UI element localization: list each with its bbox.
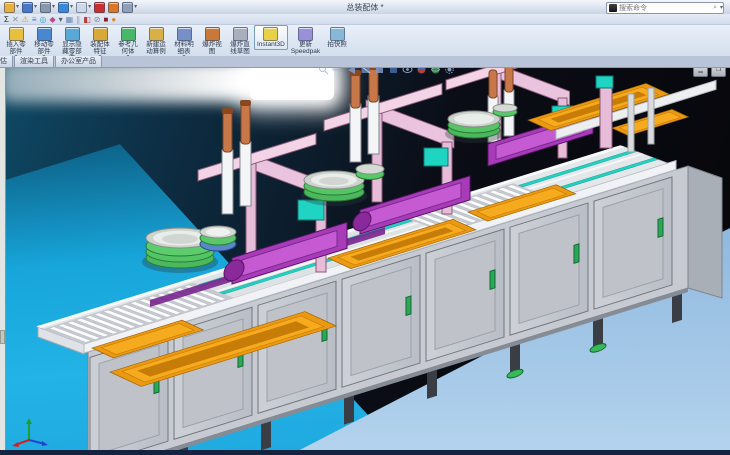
solidworks-window: ▾▾▾▾▾▾ 总装配体 * ⌕ ▾ Σ✕⚠≡◎◆▾▦∥◧⊘■● 插入零部件▾移动… <box>0 0 730 455</box>
tab-办公室产品[interactable]: 办公室产品 <box>55 56 102 67</box>
rebuild-button[interactable] <box>93 1 106 13</box>
x-axis-arrow <box>12 442 19 447</box>
assembly-toolbar: Σ✕⚠≡◎◆ ▾▦∥◧⊘■● <box>0 14 730 25</box>
restore-document-button[interactable]: ❐ <box>711 68 726 77</box>
interference-check-icon[interactable]: ⚠ <box>22 15 29 24</box>
machine-model[interactable] <box>0 68 730 450</box>
chevron-down-icon[interactable]: ▾ <box>134 4 137 10</box>
file-properties-button[interactable]: ▾ <box>121 1 138 13</box>
button-label: 拍快照 <box>327 42 347 49</box>
zoom-area-icon[interactable] <box>332 68 343 80</box>
apply-scene-icon[interactable] <box>430 68 441 80</box>
chevron-down-icon[interactable]: ▾ <box>52 4 55 10</box>
tab-评估[interactable]: 评估 <box>0 56 13 67</box>
view-settings-icon[interactable] <box>444 68 455 80</box>
hide-show-items-icon[interactable] <box>402 68 413 80</box>
no-preview-icon[interactable]: ⊘ <box>94 15 101 24</box>
slider-carriage-2 <box>424 148 448 166</box>
select-button[interactable]: ▾ <box>75 1 92 13</box>
save-button[interactable]: ▾ <box>21 1 38 13</box>
bowl-feeder-1 <box>142 226 236 273</box>
tab-渲染工具[interactable]: 渲染工具 <box>14 56 54 67</box>
status-bar <box>0 450 730 455</box>
y-axis-arrow <box>26 418 32 424</box>
explode-line-sketch-icon <box>233 27 248 41</box>
heads-up-view-toolbar <box>318 68 455 80</box>
solidworks-logo-icon <box>609 4 617 12</box>
chevron-down-icon[interactable]: ▾ <box>88 4 91 10</box>
command-search[interactable]: ⌕ ▾ <box>606 2 724 14</box>
button-label: 图 <box>209 49 216 56</box>
update-speedpak-icon <box>298 27 313 41</box>
new-motion-study-button[interactable]: 新建运动算例 <box>142 25 170 56</box>
new-window-icon[interactable]: ◧ <box>83 15 91 24</box>
undo-button[interactable]: ▾ <box>57 1 74 13</box>
save-icon <box>22 2 33 13</box>
select-icon <box>76 2 87 13</box>
reference-geometry-icon <box>121 27 136 41</box>
z-axis-arrow <box>42 441 48 446</box>
instant3d-button[interactable]: Instant3D <box>254 25 288 50</box>
button-label: 动算例 <box>146 49 166 56</box>
button-label: Speedpak <box>291 49 320 56</box>
graphics-viewport[interactable]: ▁ ❐ <box>0 68 730 450</box>
exploded-view-button[interactable]: 爆炸视图 <box>198 25 226 56</box>
print-icon <box>40 2 51 13</box>
explode-line-sketch-button[interactable]: 爆炸直线草图 <box>226 25 254 56</box>
search-input[interactable] <box>619 4 713 12</box>
open-icon <box>4 2 15 13</box>
cabinet-side <box>688 166 722 298</box>
material-swatch-icon[interactable]: ■ <box>103 15 108 24</box>
quick-access-toolbar: ▾ ▾ ▾ ▾ ▾ ▾ <box>0 1 138 13</box>
command-manager: 插入零部件▾移动零部件▾显示隐藏零部件装配体特征▾参考几何体▾新建运动算例材料明… <box>0 25 730 56</box>
zoom-fit-icon[interactable] <box>318 68 329 80</box>
edit-appearance-button[interactable] <box>107 1 120 13</box>
document-window-buttons: ▁ ❐ <box>693 68 726 77</box>
open-button[interactable]: ▾ <box>3 1 20 13</box>
titlebar: ▾▾▾▾▾▾ 总装配体 * ⌕ ▾ <box>0 0 730 15</box>
new-motion-study-icon <box>149 27 164 41</box>
take-snapshot-icon <box>330 27 345 41</box>
button-label: Instant3D <box>257 42 285 49</box>
take-snapshot-button[interactable]: 拍快照 <box>323 25 351 50</box>
instant3d-icon <box>263 27 278 41</box>
edit-appearance-icon[interactable] <box>416 68 427 80</box>
chevron-down-icon[interactable]: ▾ <box>720 5 723 11</box>
insert-components-icon <box>9 27 24 41</box>
print-button[interactable]: ▾ <box>39 1 56 13</box>
flyout-arrow-icon[interactable]: ▾ <box>59 15 63 24</box>
align-icon[interactable]: ≡ <box>32 15 37 24</box>
bill-of-materials-icon <box>177 27 192 41</box>
section-view-icon[interactable] <box>360 68 371 80</box>
feature-manager-collapsed-panel[interactable] <box>0 68 6 450</box>
separator-icon: ∥ <box>76 15 80 24</box>
mate-icon[interactable]: ◎ <box>40 15 47 24</box>
reference-triad <box>8 414 50 450</box>
exploded-view-icon <box>205 27 220 41</box>
display-style-icon[interactable] <box>388 68 399 80</box>
command-manager-tabs: 评估渲染工具办公室产品 <box>0 56 730 68</box>
assembly-features-icon <box>93 27 108 41</box>
mirror-components-icon[interactable]: ▦ <box>66 15 74 24</box>
edit-appearance-icon <box>108 2 119 13</box>
equations-icon[interactable]: Σ <box>4 15 9 24</box>
chevron-down-icon[interactable]: ▾ <box>16 4 19 10</box>
search-icon[interactable]: ⌕ <box>713 4 717 12</box>
chevron-down-icon[interactable]: ▾ <box>34 4 37 10</box>
update-speedpak-button[interactable]: 更新Speedpak <box>288 25 323 56</box>
measure-icon[interactable]: ✕ <box>12 15 19 24</box>
appearance-ball-icon[interactable]: ● <box>111 15 116 24</box>
smart-fastener-icon[interactable]: ◆ <box>49 15 55 24</box>
move-component-icon <box>37 27 52 41</box>
undo-icon <box>58 2 69 13</box>
panel-splitter-handle[interactable] <box>0 330 5 344</box>
chevron-down-icon[interactable]: ▾ <box>70 4 73 10</box>
minimize-document-button[interactable]: ▁ <box>693 68 708 77</box>
show-hidden-components-icon <box>65 27 80 41</box>
view-orientation-icon[interactable] <box>374 68 385 80</box>
button-label: 线草图 <box>230 49 250 56</box>
rebuild-icon <box>94 2 105 13</box>
file-properties-icon <box>122 2 133 13</box>
previous-view-icon[interactable] <box>346 68 357 80</box>
